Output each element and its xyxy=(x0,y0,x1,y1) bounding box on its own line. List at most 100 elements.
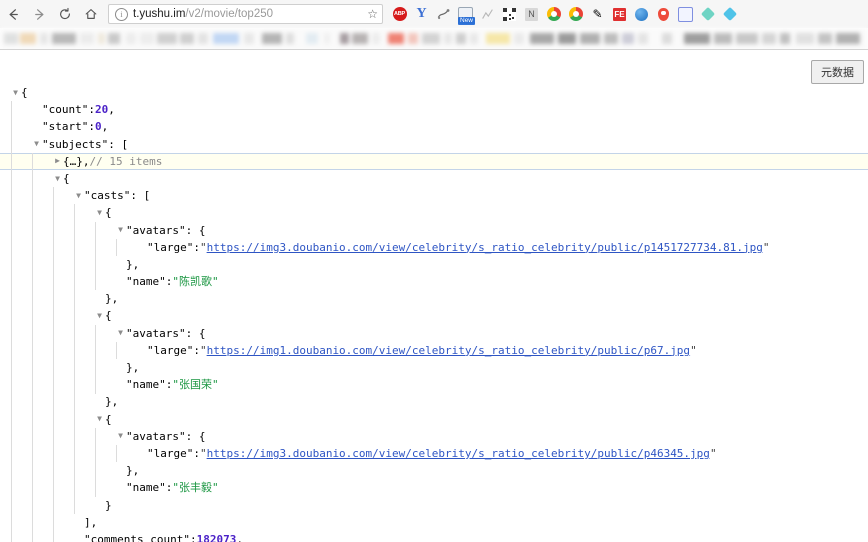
bookmark-item[interactable] xyxy=(40,33,48,44)
y-extension-icon[interactable]: Y xyxy=(411,4,432,25)
bookmark-item[interactable] xyxy=(20,33,36,44)
bookmark-item[interactable] xyxy=(796,33,814,44)
bookmark-item[interactable] xyxy=(408,33,418,44)
collapse-triangle-icon[interactable]: ▼ xyxy=(115,432,126,440)
collapse-triangle-icon[interactable]: ▼ xyxy=(52,174,63,183)
bookmark-item[interactable] xyxy=(530,33,554,44)
collapse-triangle-icon[interactable]: ▼ xyxy=(115,329,126,337)
json-row: ▼"name": "陈凯歌" xyxy=(0,273,868,290)
bookmark-item[interactable] xyxy=(352,33,368,44)
bookmark-item[interactable] xyxy=(470,33,478,44)
adblock-plus-extension-icon[interactable]: ABP xyxy=(389,4,410,25)
bookmark-item[interactable] xyxy=(558,33,576,44)
bookmarks-bar[interactable] xyxy=(0,28,868,50)
teal-diamond-extension-icon[interactable] xyxy=(697,4,718,25)
collapse-triangle-icon[interactable]: ▼ xyxy=(94,415,105,423)
scribble-extension-icon[interactable] xyxy=(433,4,454,25)
bookmark-item[interactable] xyxy=(180,33,194,44)
globe-extension-icon[interactable] xyxy=(631,4,652,25)
collapse-triangle-icon[interactable]: ▼ xyxy=(10,88,21,97)
cyan-diamond-extension-icon[interactable] xyxy=(719,4,740,25)
json-url-link[interactable]: https://img1.doubanio.com/view/celebrity… xyxy=(207,342,690,359)
bookmark-item[interactable] xyxy=(244,33,254,44)
triangle-spacer-icon: ▼ xyxy=(115,467,126,475)
json-row: ▼}, xyxy=(0,290,868,307)
bookmark-item[interactable] xyxy=(444,33,452,44)
json-url-link[interactable]: https://img3.doubanio.com/view/celebrity… xyxy=(207,239,763,256)
collapse-triangle-icon[interactable]: ▼ xyxy=(94,208,105,217)
location-pin-extension-icon[interactable] xyxy=(653,4,674,25)
json-row: ▼{ xyxy=(0,204,868,221)
pencil-extension-icon[interactable]: ✎ xyxy=(587,4,608,25)
bookmark-item[interactable] xyxy=(622,33,634,44)
json-row: ▼ "subjects": [ xyxy=(0,136,868,153)
bookmark-item[interactable] xyxy=(714,33,732,44)
bookmark-item[interactable] xyxy=(286,33,294,44)
fe-extension-icon[interactable]: FE xyxy=(609,4,630,25)
color-ring-extension-icon[interactable] xyxy=(543,4,564,25)
bookmark-item[interactable] xyxy=(4,33,18,44)
bookmark-item[interactable] xyxy=(340,33,349,44)
json-number: 0 xyxy=(94,120,102,134)
bookmark-item[interactable] xyxy=(422,33,440,44)
new-badge-extension-icon[interactable]: New xyxy=(455,4,476,25)
qr-code-extension-icon[interactable] xyxy=(499,4,520,25)
bookmark-item[interactable] xyxy=(638,33,648,44)
bookmark-item[interactable] xyxy=(486,33,510,44)
home-button[interactable] xyxy=(78,1,104,27)
site-info-icon[interactable]: i xyxy=(115,7,128,21)
json-row: ▼} xyxy=(0,497,868,514)
json-punctuation: " xyxy=(199,240,207,254)
bookmark-item[interactable] xyxy=(514,33,524,44)
forward-button[interactable] xyxy=(26,1,52,27)
color-ring-glyph xyxy=(546,7,561,21)
collapse-triangle-icon[interactable]: ▼ xyxy=(115,226,126,234)
metadata-button[interactable]: 元数据 xyxy=(811,60,864,84)
json-punctuation: : xyxy=(165,378,173,392)
bookmark-star-icon[interactable]: ☆ xyxy=(367,8,378,20)
bookmark-item[interactable] xyxy=(818,33,832,44)
bookmark-item[interactable] xyxy=(126,33,136,44)
bookmark-item[interactable] xyxy=(262,33,282,44)
n-extension-icon[interactable]: N xyxy=(521,4,542,25)
json-row: ▼"large": "https://img3.doubanio.com/vie… xyxy=(0,239,868,256)
chart-extension-icon[interactable] xyxy=(477,4,498,25)
bookmark-item[interactable] xyxy=(80,33,94,44)
blue-box-extension-icon[interactable] xyxy=(675,4,696,25)
address-bar[interactable]: i t.yushu.im/v2/movie/top250 ☆ xyxy=(108,4,383,24)
back-button[interactable] xyxy=(0,1,26,27)
bookmark-item[interactable] xyxy=(140,33,154,44)
triangle-spacer-icon: ▼ xyxy=(115,484,126,492)
bookmark-item[interactable] xyxy=(780,33,790,44)
json-url-link[interactable]: https://img3.doubanio.com/view/celebrity… xyxy=(207,445,710,462)
bookmark-item[interactable] xyxy=(662,33,672,44)
bookmark-item[interactable] xyxy=(324,33,330,44)
bookmark-item[interactable] xyxy=(736,33,758,44)
pencil-glyph: ✎ xyxy=(592,7,603,21)
collapse-triangle-icon[interactable]: ▼ xyxy=(94,312,105,320)
bookmark-item[interactable] xyxy=(684,33,710,44)
bookmark-item[interactable] xyxy=(157,33,177,44)
json-guide-line xyxy=(95,221,96,291)
bookmark-item[interactable] xyxy=(372,33,380,44)
bookmark-item[interactable] xyxy=(52,33,76,44)
json-punctuation: : xyxy=(88,120,95,134)
bookmark-item[interactable] xyxy=(762,33,776,44)
bookmark-item[interactable] xyxy=(213,33,239,44)
browser-window: i t.yushu.im/v2/movie/top250 ☆ ABP Y New xyxy=(0,0,868,542)
reload-button[interactable] xyxy=(52,1,78,27)
bookmark-item[interactable] xyxy=(388,33,404,44)
json-punctuation: : { xyxy=(185,223,206,237)
collapse-triangle-icon[interactable]: ▼ xyxy=(31,140,42,148)
bookmark-item[interactable] xyxy=(306,33,318,44)
chrome-ring-extension-icon[interactable] xyxy=(565,4,586,25)
expand-triangle-icon[interactable]: ▶ xyxy=(52,157,63,165)
bookmark-item[interactable] xyxy=(580,33,600,44)
bookmark-item[interactable] xyxy=(836,33,860,44)
bookmark-item[interactable] xyxy=(604,33,618,44)
bookmark-item[interactable] xyxy=(98,33,105,44)
bookmark-item[interactable] xyxy=(456,33,466,44)
bookmark-item[interactable] xyxy=(198,33,208,44)
collapse-triangle-icon[interactable]: ▼ xyxy=(73,191,84,200)
bookmark-item[interactable] xyxy=(108,33,120,44)
